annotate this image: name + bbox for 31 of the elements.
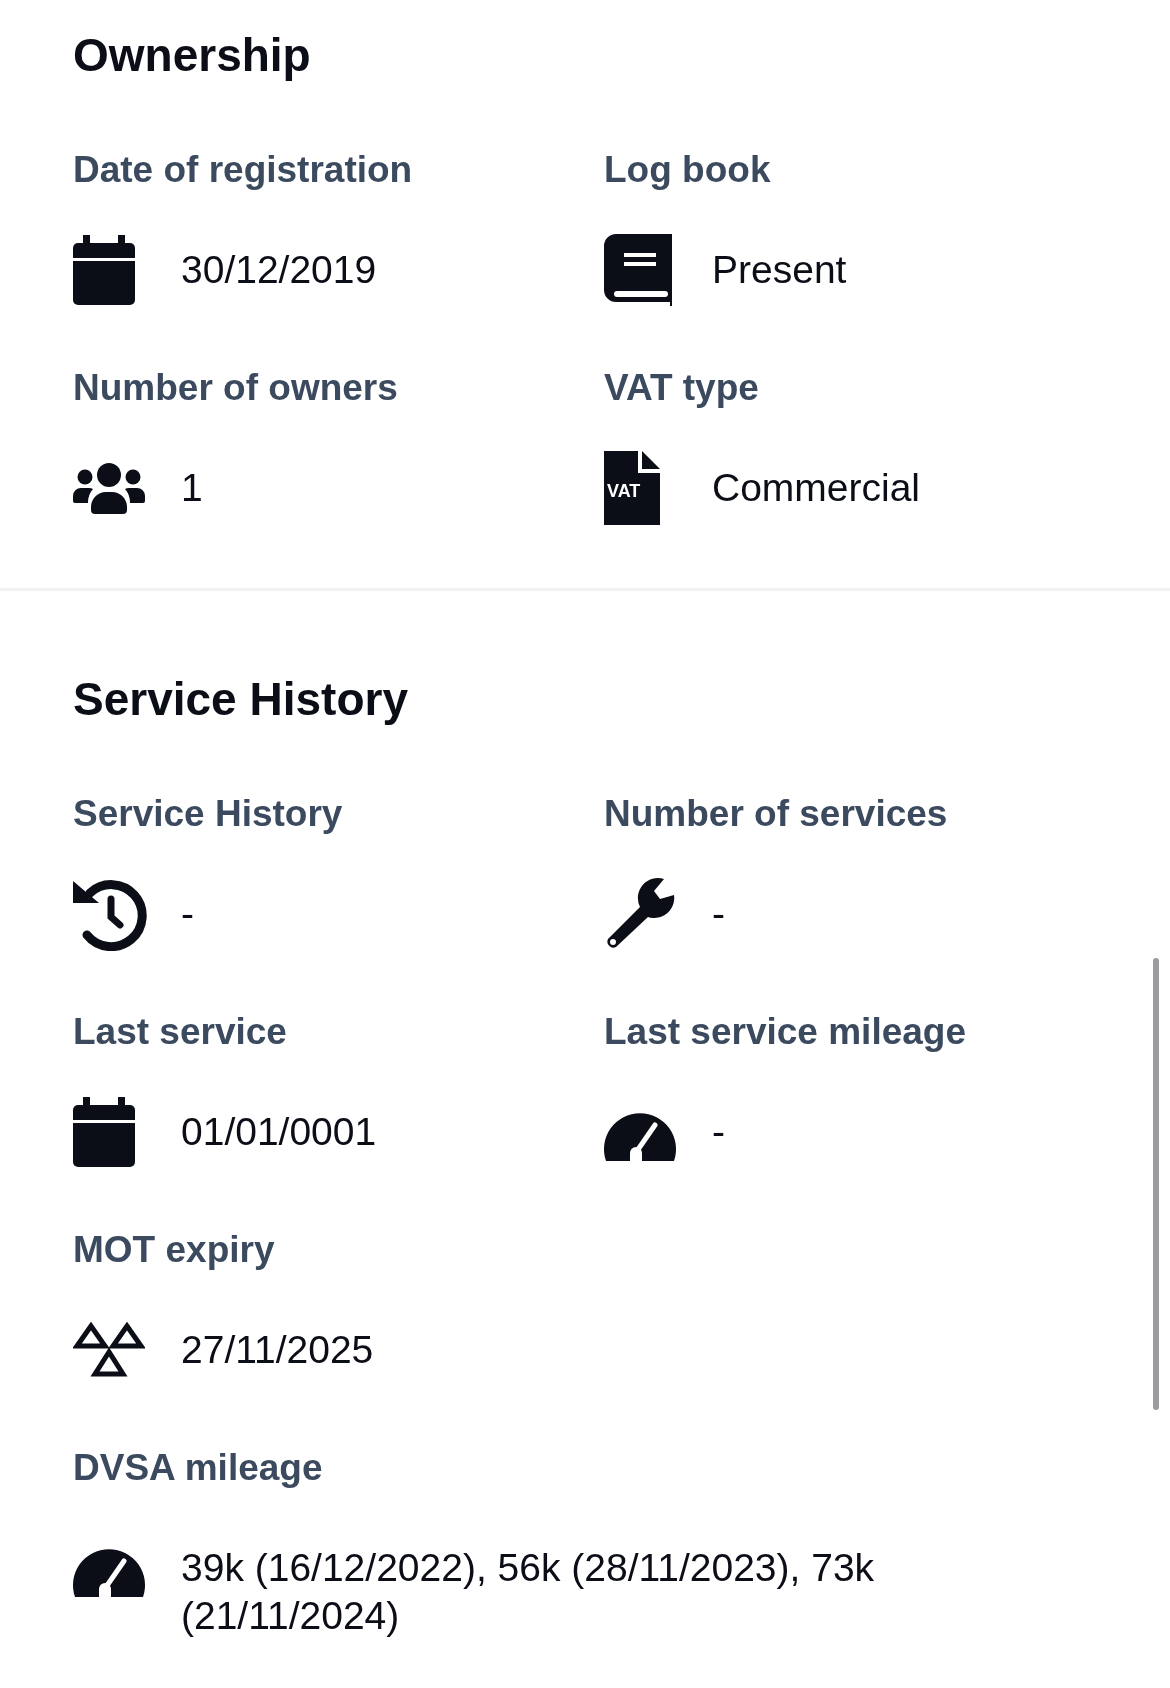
field-label: Service History — [73, 792, 344, 836]
field-label: Last service mileage — [604, 1010, 967, 1054]
field-label: Number of services — [604, 792, 949, 836]
field-value: 1 — [181, 465, 203, 511]
field-value: Present — [712, 247, 847, 293]
field-value: Commercial — [712, 465, 921, 511]
triangles-icon — [73, 1322, 145, 1378]
field-label: Last service — [73, 1010, 288, 1054]
field-value: - — [712, 891, 725, 937]
field-label: DVSA mileage — [73, 1446, 324, 1490]
history-icon — [73, 877, 147, 951]
scrollbar[interactable] — [1153, 958, 1159, 1410]
calendar-icon — [73, 1097, 135, 1167]
field-value: 39k (16/12/2022), 56k (28/11/2023), 73k (21/11/2024) — [181, 1545, 876, 1639]
field-value: - — [712, 1109, 725, 1155]
field-label: Log book — [604, 148, 772, 192]
field-value: 27/11/2025 — [181, 1327, 374, 1373]
field-label: Number of owners — [73, 366, 399, 410]
document-icon — [604, 451, 660, 525]
field-label: Date of registration — [73, 148, 414, 192]
book-icon — [604, 234, 672, 306]
section-title: Service History — [73, 672, 409, 727]
calendar-icon — [73, 235, 135, 305]
field-value: 01/01/0001 — [181, 1109, 377, 1155]
field-value: - — [181, 891, 194, 937]
field-value: 30/12/2019 — [181, 247, 377, 293]
icon-label: VAT — [607, 481, 641, 501]
users-icon — [73, 462, 145, 514]
field-label: VAT type — [604, 366, 760, 410]
field-label: MOT expiry — [73, 1228, 276, 1272]
section-title: Ownership — [73, 28, 312, 83]
